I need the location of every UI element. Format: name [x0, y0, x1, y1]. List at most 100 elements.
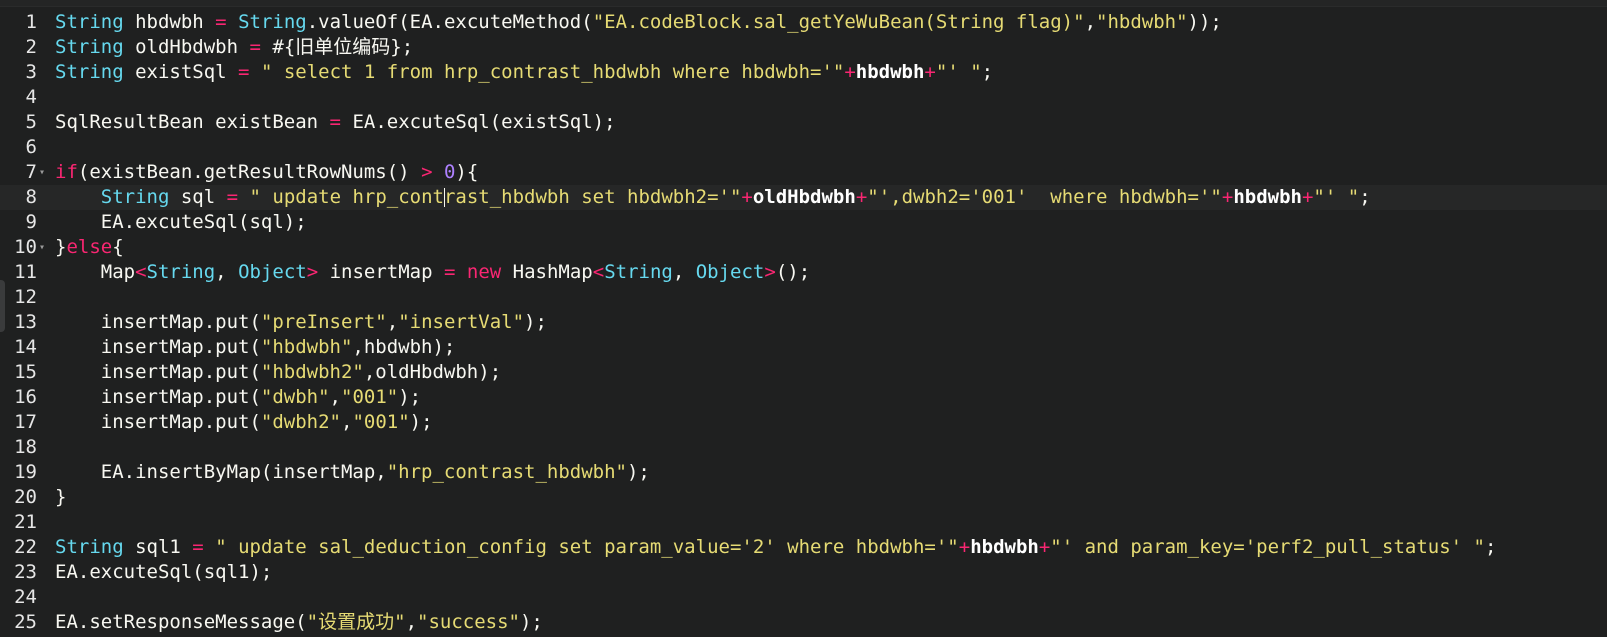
- code-line[interactable]: 12: [0, 285, 1607, 310]
- code-token: ){: [455, 161, 479, 183]
- code-token: "' and param_key='perf2_pull_status' ": [1050, 536, 1485, 558]
- code-line[interactable]: 17 insertMap.put("dwbh2","001");: [0, 410, 1607, 435]
- editor-top-strip: [0, 0, 1607, 7]
- code-token: "EA.codeBlock.sal_getYeWuBean(String fla…: [592, 11, 1085, 33]
- code-token: "' ": [935, 61, 982, 83]
- code-token: }: [55, 486, 67, 508]
- line-number: 6: [25, 136, 37, 158]
- code-token: ,: [1084, 11, 1097, 33]
- line-text: if(existBean.getResultRowNums() > 0){: [55, 160, 478, 185]
- code-line[interactable]: 1 String hbdwbh = String.valueOf(EA.excut…: [0, 10, 1607, 35]
- code-token: existSql: [123, 61, 239, 83]
- code-token: EA.setResponseMessage(: [55, 611, 307, 633]
- code-token: ,hbdwbh);: [352, 336, 456, 358]
- code-token: "insertVal": [398, 311, 525, 333]
- line-number: 14: [14, 336, 37, 358]
- code-token: <: [592, 261, 605, 283]
- code-token: EA.excuteSql(existSql);: [341, 111, 616, 133]
- code-token: insertMap.put(: [55, 311, 261, 333]
- line-text: SqlResultBean existBean = EA.excuteSql(e…: [55, 110, 616, 135]
- code-line[interactable]: 16 insertMap.put("dwbh","001");: [0, 385, 1607, 410]
- code-token: ));: [1187, 11, 1222, 33]
- code-line[interactable]: 15 insertMap.put("hbdwbh2",oldHbdwbh);: [0, 360, 1607, 385]
- line-text: }else{: [55, 235, 124, 260]
- code-token: hbdwbh: [855, 61, 925, 83]
- line-number: 4: [25, 86, 37, 108]
- code-token: );: [409, 411, 433, 433]
- fold-arrow-icon[interactable]: ▾: [39, 235, 49, 260]
- code-token: SqlResultBean existBean: [55, 111, 330, 133]
- code-token: "dwbh": [260, 386, 330, 408]
- line-number: 2: [25, 36, 37, 58]
- code-token: }: [55, 236, 67, 258]
- code-token: #{旧单位编码};: [260, 36, 414, 58]
- line-number: 5: [25, 111, 37, 133]
- code-token: String: [55, 536, 124, 558]
- line-text: String sql1 = " update sal_deduction_con…: [55, 535, 1496, 560]
- line-number: 19: [14, 461, 37, 483]
- line-number: 23: [14, 561, 37, 583]
- code-token: "hrp_contrast_hbdwbh": [386, 461, 627, 483]
- code-token: ();: [775, 261, 811, 283]
- code-token: insertMap.put(: [55, 336, 261, 358]
- code-token: if: [55, 161, 78, 183]
- code-line[interactable]: 9 EA.excuteSql(sql);: [0, 210, 1607, 235]
- code-editor[interactable]: 1 String hbdwbh = String.valueOf(EA.excut…: [0, 0, 1607, 637]
- line-text: String existSql = " select 1 from hrp_co…: [55, 60, 993, 85]
- code-token: "hbdwbh2": [260, 361, 364, 383]
- fold-arrow-icon[interactable]: ▾: [39, 160, 49, 185]
- code-token: HashMap: [501, 261, 593, 283]
- line-number: 25: [14, 611, 37, 633]
- code-line[interactable]: 8 String sql = " update hrp_contrast_hbd…: [0, 185, 1607, 210]
- code-token: String: [55, 11, 124, 33]
- code-line[interactable]: 21: [0, 510, 1607, 535]
- code-token: "dwbh2": [260, 411, 341, 433]
- code-line[interactable]: 24: [0, 585, 1607, 610]
- code-token: insertMap.put(: [55, 386, 261, 408]
- code-line[interactable]: 6: [0, 135, 1607, 160]
- code-token: +: [1038, 536, 1051, 558]
- code-token: +: [1221, 186, 1234, 208]
- code-line[interactable]: 25 EA.setResponseMessage("设置成功","success"…: [0, 610, 1607, 635]
- code-line[interactable]: 19 EA.insertByMap(insertMap,"hrp_contras…: [0, 460, 1607, 485]
- line-number: 12: [14, 286, 37, 308]
- code-token: +: [741, 186, 753, 208]
- code-token: {: [112, 236, 124, 258]
- code-token: Object: [238, 261, 307, 283]
- code-line[interactable]: 7 ▾ if(existBean.getResultRowNums() > 0){: [0, 160, 1607, 185]
- code-line[interactable]: 3 String existSql = " select 1 from hrp_c…: [0, 60, 1607, 85]
- code-token: "',dwbh2='001' where hbdwbh='": [867, 186, 1222, 208]
- code-token: ,: [672, 261, 696, 283]
- code-line[interactable]: 11 Map<String, Object> insertMap = new H…: [0, 260, 1607, 285]
- code-line[interactable]: 22 String sql1 = " update sal_deduction_c…: [0, 535, 1607, 560]
- code-token: ,: [329, 386, 341, 408]
- code-line[interactable]: 5 SqlResultBean existBean = EA.excuteSql(…: [0, 110, 1607, 135]
- code-token: ,: [340, 411, 353, 433]
- code-line[interactable]: 10 ▾}else{: [0, 235, 1607, 260]
- code-line[interactable]: 13 insertMap.put("preInsert","insertVal"…: [0, 310, 1607, 335]
- line-text: insertMap.put("dwbh2","001");: [55, 410, 433, 435]
- line-text: insertMap.put("preInsert","insertVal");: [55, 310, 547, 335]
- code-line[interactable]: 4: [0, 85, 1607, 110]
- line-number: 3: [25, 61, 37, 83]
- code-token: );: [398, 386, 422, 408]
- code-area[interactable]: 1 String hbdwbh = String.valueOf(EA.excut…: [0, 10, 1607, 635]
- code-token: insertMap.put(: [55, 361, 261, 383]
- code-line[interactable]: 23 EA.excuteSql(sql1);: [0, 560, 1607, 585]
- code-token: String: [100, 186, 170, 208]
- code-line[interactable]: 14 insertMap.put("hbdwbh",hbdwbh);: [0, 335, 1607, 360]
- code-token: >: [306, 261, 319, 283]
- code-token: String: [604, 261, 673, 283]
- code-token: " update hrp_contrast_hbdwbh set hbdwbh2…: [249, 186, 742, 208]
- code-line[interactable]: 18: [0, 435, 1607, 460]
- line-text: insertMap.put("hbdwbh2",oldHbdwbh);: [55, 360, 501, 385]
- code-token: hbdwbh: [1233, 186, 1302, 208]
- code-line[interactable]: 2 String oldHbdwbh = #{旧单位编码};: [0, 35, 1607, 60]
- code-token: ,: [215, 261, 239, 283]
- code-token: +: [958, 536, 971, 558]
- code-token: "001": [352, 411, 410, 433]
- code-line[interactable]: 20}: [0, 485, 1607, 510]
